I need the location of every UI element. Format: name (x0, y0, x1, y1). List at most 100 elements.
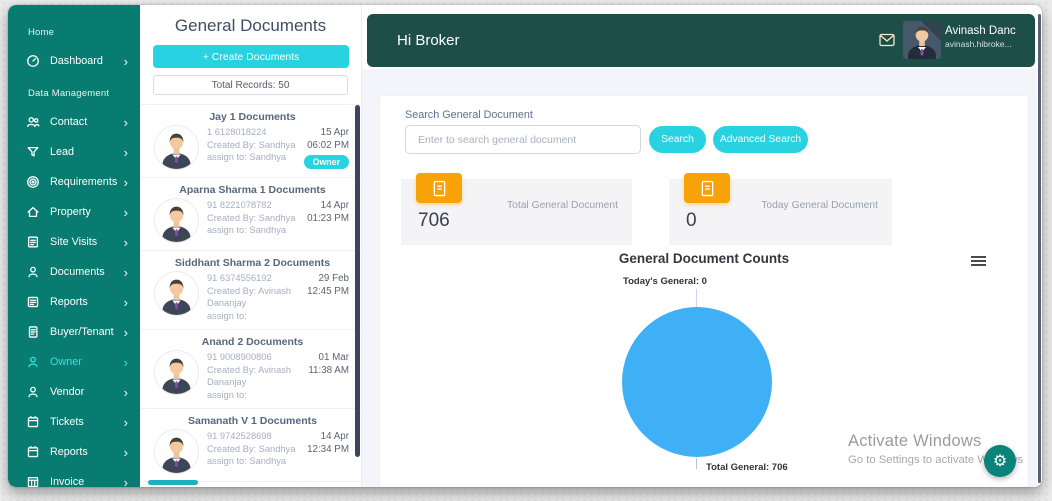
settings-fab[interactable]: ⚙ (984, 445, 1016, 477)
doc-date: 14 Apr (307, 430, 349, 443)
sidebar-item-lead[interactable]: Lead › (8, 137, 140, 167)
chevron-right-icon: › (124, 55, 128, 68)
chevron-right-icon: › (124, 416, 128, 429)
doc-phone: 91 6374556192 (207, 272, 291, 285)
pie-slice-total-general[interactable] (622, 307, 772, 457)
documents-panel: General Documents + Create Documents Tot… (140, 5, 362, 487)
doc-date: 01 Mar (308, 351, 349, 364)
documents-list-scrollbar[interactable] (355, 105, 360, 457)
sidebar-item-vendor[interactable]: Vendor › (8, 377, 140, 407)
sidebar-item-owner[interactable]: Owner › (8, 347, 140, 377)
buyer-tenant-icon (25, 324, 41, 340)
avatar (154, 271, 199, 316)
sidebar: Home Dashboard › Data Management Contact… (8, 5, 140, 487)
pie-data-label-today: Today's General: 0 (623, 276, 707, 287)
doc-phone: 1 6128018224 (207, 126, 295, 139)
sidebar-item-site-visits[interactable]: Site Visits › (8, 227, 140, 257)
app-window: Home Dashboard › Data Management Contact… (8, 5, 1042, 487)
doc-time: 06:02 PM (304, 139, 349, 152)
sidebar-item-documents[interactable]: Documents › (8, 257, 140, 287)
user-info[interactable]: Avinash Danc avinash.hibroke... (945, 25, 1033, 49)
document-list-item[interactable]: Samanath V 1 Documents 91 9742528698 Cre… (140, 409, 361, 482)
avatar (154, 350, 199, 395)
advanced-search-button[interactable]: Advanced Search (713, 126, 808, 153)
chevron-right-icon: › (124, 146, 128, 159)
owner-badge: Owner (304, 155, 349, 169)
sidebar-item-tickets[interactable]: Tickets › (8, 407, 140, 437)
document-list-item[interactable]: Anand 2 Documents 91 9008900806 Created … (140, 330, 361, 409)
document-list-item[interactable]: Siddhant Sharma 2 Documents 91 637455619… (140, 251, 361, 330)
doc-created-by: Created By: Avinash (207, 364, 291, 377)
document-list-item[interactable]: Jay 1 Documents 1 6128018224 Created By:… (140, 105, 361, 178)
document-icon (684, 173, 730, 203)
doc-assign-to: assign to: Sandhya (207, 224, 295, 237)
lead-icon (25, 144, 41, 160)
documents-list: Jay 1 Documents 1 6128018224 Created By:… (140, 104, 361, 482)
doc-assign-to: assign to: Sandhya (207, 455, 295, 468)
user-name: Avinash Danc (945, 25, 1033, 37)
doc-date: 14 Apr (307, 199, 349, 212)
sidebar-item-property[interactable]: Property › (8, 197, 140, 227)
tickets-icon (25, 414, 41, 430)
sidebar-item-dashboard[interactable]: Dashboard › (8, 46, 140, 76)
user-email: avinash.hibroke... (945, 39, 1033, 49)
stat-card-total: Total General Document 706 (401, 179, 632, 245)
dashboard-icon (25, 53, 41, 69)
user-avatar[interactable] (903, 21, 941, 59)
main-scrollbar[interactable] (1038, 14, 1041, 483)
sidebar-section-data-management: Data Management (8, 76, 140, 107)
doc-created-by: Created By: Avinash (207, 285, 291, 298)
owner-icon (25, 354, 41, 370)
reports-icon (25, 444, 41, 460)
search-button[interactable]: Search (649, 126, 706, 153)
chevron-right-icon: › (124, 116, 128, 129)
panel-title: General Documents (140, 16, 361, 36)
stat-card-today: Today General Document 0 (669, 179, 892, 245)
chevron-right-icon: › (124, 356, 128, 369)
pie-leader-line (696, 458, 697, 469)
documents-list-horizontal-scrollbar[interactable] (148, 480, 198, 485)
property-icon (25, 204, 41, 220)
total-records: Total Records: 50 (153, 75, 348, 95)
content-card: Search General Document Search Advanced … (380, 96, 1028, 487)
doc-time: 12:34 PM (307, 443, 349, 456)
envelope-icon[interactable] (879, 33, 895, 47)
sidebar-item-reports-2[interactable]: Reports › (8, 437, 140, 467)
search-input[interactable] (405, 125, 641, 154)
doc-time: 11:38 AM (308, 364, 349, 377)
sidebar-item-buyer-tenant[interactable]: Buyer/Tenant › (8, 317, 140, 347)
hamburger-icon[interactable] (971, 256, 986, 268)
doc-created-by: Created By: Sandhya (207, 139, 295, 152)
doc-created-by-2: Dananjay (207, 297, 291, 310)
avatar (154, 125, 199, 170)
requirements-icon (25, 174, 41, 190)
sidebar-item-reports[interactable]: Reports › (8, 287, 140, 317)
gear-icon: ⚙ (993, 451, 1007, 471)
doc-assign-to: assign to: (207, 389, 291, 402)
contact-icon (25, 114, 41, 130)
doc-phone: 91 9742528698 (207, 430, 295, 443)
document-list-item[interactable]: Aparna Sharma 1 Documents 91 8221078782 … (140, 178, 361, 251)
sidebar-item-requirements[interactable]: Requirements › (8, 167, 140, 197)
documents-icon (25, 264, 41, 280)
doc-assign-to: assign to: Sandhya (207, 151, 295, 164)
create-documents-button[interactable]: + Create Documents (153, 45, 349, 68)
top-header-bar: Hi Broker Avinash Danc avinash.hibroke..… (367, 14, 1035, 67)
sidebar-item-invoice[interactable]: Invoice › (8, 467, 140, 487)
doc-created-by: Created By: Sandhya (207, 212, 295, 225)
chevron-right-icon: › (124, 386, 128, 399)
doc-phone: 91 9008900806 (207, 351, 291, 364)
avatar (154, 198, 199, 243)
invoice-icon (25, 474, 41, 487)
avatar (154, 429, 199, 474)
vendor-icon (25, 384, 41, 400)
doc-time: 01:23 PM (307, 212, 349, 225)
stat-label: Today General Document (761, 200, 878, 211)
chevron-right-icon: › (124, 326, 128, 339)
doc-phone: 91 8221078782 (207, 199, 295, 212)
document-icon (416, 173, 462, 203)
chevron-right-icon: › (124, 266, 128, 279)
doc-date: 29 Feb (307, 272, 349, 285)
doc-date: 15 Apr (304, 126, 349, 139)
sidebar-item-contact[interactable]: Contact › (8, 107, 140, 137)
